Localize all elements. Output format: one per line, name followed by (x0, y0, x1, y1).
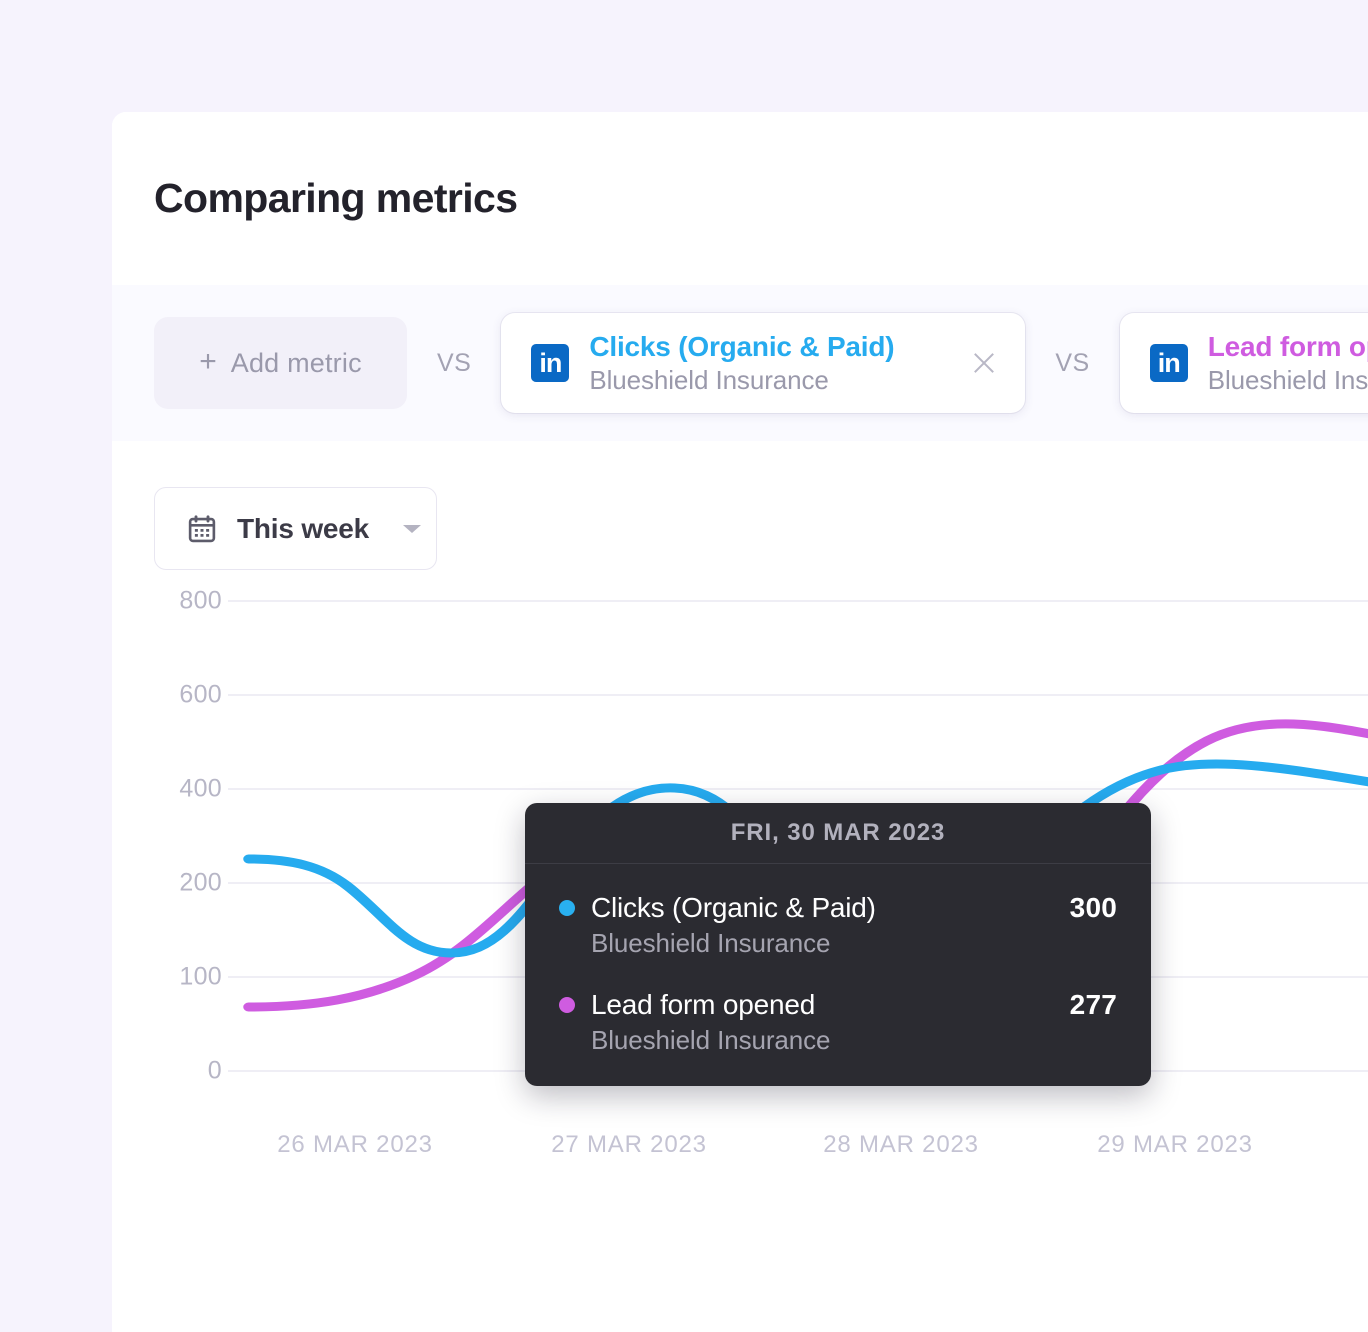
x-tick-label: 27 MAR 2023 (551, 1131, 707, 1158)
series-dot-icon (559, 997, 575, 1013)
tooltip-metric-value: 277 (1069, 989, 1117, 1020)
tooltip-metric-account: Blueshield Insurance (591, 1025, 831, 1055)
y-tick-label: 200 (179, 868, 222, 897)
linkedin-icon: in (531, 344, 570, 382)
y-tick-label: 100 (179, 962, 222, 991)
x-tick-label: 28 MAR 2023 (823, 1131, 979, 1158)
metric-chip-lead-form[interactable]: in Lead form opened Blueshield Insurance (1119, 313, 1368, 413)
y-tick-label: 400 (179, 774, 222, 803)
chart-tooltip: FRI, 30 MAR 2023 Clicks (Organic & Paid)… (525, 803, 1151, 1086)
add-metric-label: Add metric (230, 347, 362, 378)
tooltip-date: FRI, 30 MAR 2023 (525, 803, 1151, 864)
metric-account: Blueshield Insurance (589, 364, 829, 395)
y-tick-label: 800 (179, 586, 222, 615)
x-tick-label: 26 MAR 2023 (277, 1131, 433, 1158)
close-icon[interactable] (967, 346, 1001, 380)
metric-chip-clicks[interactable]: in Clicks (Organic & Paid) Blueshield In… (501, 313, 1026, 413)
page-title: Comparing metrics (154, 175, 518, 221)
vs-separator-2: VS (1055, 348, 1090, 377)
chart-region: This week 800 600 400 200 100 0 26 MAR 2… (112, 441, 1368, 1332)
tooltip-metric-label: Lead form opened (591, 989, 816, 1020)
y-tick-label: 600 (179, 680, 222, 709)
tooltip-metric-value: 300 (1069, 892, 1117, 923)
plus-icon: + (199, 344, 217, 378)
y-axis: 800 600 400 200 100 0 (130, 441, 222, 1332)
tooltip-row: Lead form opened 277 Blueshield Insuranc… (559, 989, 1117, 1056)
metric-name: Clicks (Organic & Paid) (589, 330, 895, 362)
comparing-metrics-card: Comparing metrics + Add metric VS in Cli… (112, 112, 1368, 1332)
y-tick-label: 0 (207, 1056, 222, 1085)
tooltip-metric-label: Clicks (Organic & Paid) (591, 892, 876, 923)
card-header: Comparing metrics (112, 112, 1368, 285)
x-tick-label: 29 MAR 2023 (1097, 1131, 1253, 1158)
metric-name: Lead form opened (1207, 330, 1368, 362)
metric-toolbar: + Add metric VS in Clicks (Organic & Pai… (112, 285, 1368, 441)
vs-separator-1: VS (437, 348, 472, 377)
add-metric-button[interactable]: + Add metric (154, 317, 407, 409)
series-dot-icon (559, 900, 575, 916)
metric-account: Blueshield Insurance (1207, 364, 1368, 395)
tooltip-row: Clicks (Organic & Paid) 300 Blueshield I… (559, 892, 1117, 959)
tooltip-metric-account: Blueshield Insurance (591, 928, 831, 958)
linkedin-icon: in (1149, 344, 1188, 382)
